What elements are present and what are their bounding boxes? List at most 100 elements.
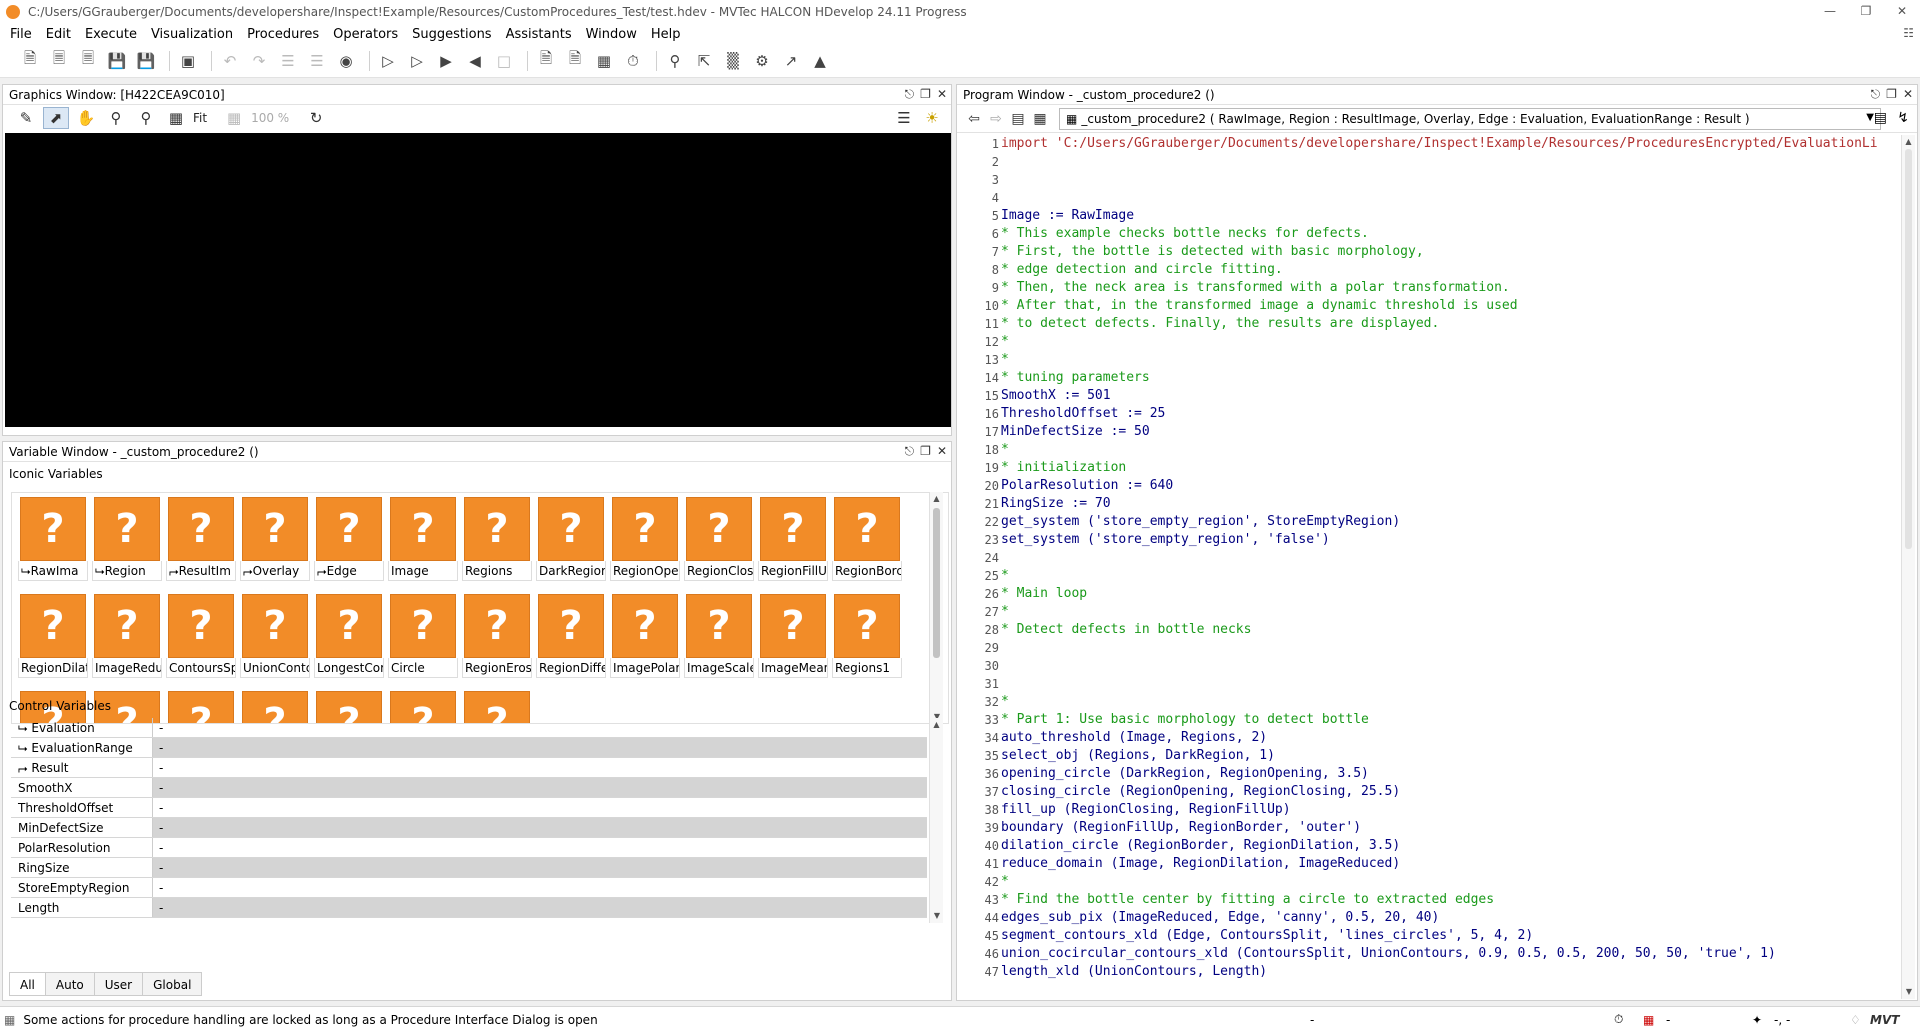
close-icon[interactable]: ✕ [937, 87, 947, 102]
close-icon[interactable]: ✕ [1903, 87, 1913, 102]
code-line[interactable]: 20 PolarResolution := 640 [957, 477, 1896, 495]
scroll-up-icon[interactable]: ▲ [930, 492, 943, 506]
code-line[interactable]: 39 boundary (RegionFillUp, RegionBorder, … [957, 819, 1896, 837]
pin-icon[interactable]: ⎋ [905, 444, 915, 459]
code-line[interactable]: 34 auto_threshold (Image, Regions, 2) [957, 729, 1896, 747]
fit-icon[interactable]: ▦ [163, 107, 189, 129]
control-variable-row[interactable]: ⮡ EvaluationRange - [11, 738, 927, 758]
tab-global[interactable]: Global [142, 972, 203, 996]
control-scrollbar[interactable]: ▲ ▼ [929, 718, 943, 923]
save-icon[interactable]: 💾 [105, 49, 129, 73]
code-line[interactable]: 35 select_obj (Regions, DarkRegion, 1) [957, 747, 1896, 765]
menu-file[interactable]: File [10, 27, 32, 42]
code-line[interactable]: 28 * Detect defects in bottle necks [957, 621, 1896, 639]
zoom-100-icon[interactable]: ▦ [221, 107, 247, 129]
open-file-icon[interactable]: 🗏 [47, 49, 71, 73]
code-line[interactable]: 36 opening_circle (DarkRegion, RegionOpen… [957, 765, 1896, 783]
code-line[interactable]: 43 * Find the bottle center by fitting a … [957, 891, 1896, 909]
scroll-up-icon[interactable]: ▲ [930, 718, 943, 732]
code-line[interactable]: 5 Image := RawImage [957, 207, 1896, 225]
open-recent-icon[interactable]: 🗏 [76, 49, 100, 73]
code-line[interactable]: 46 union_cocircular_contours_xld (Contour… [957, 945, 1896, 963]
bell-icon[interactable]: ♢ [1850, 1013, 1861, 1027]
code-line[interactable]: 2 [957, 153, 1896, 171]
code-line[interactable]: 25 * [957, 567, 1896, 585]
iconic-variable[interactable]: ? ImagePolar [610, 592, 680, 686]
iconic-variable[interactable]: ? ⮣Edge [314, 495, 384, 589]
code-line[interactable]: 31 [957, 675, 1896, 693]
hand-icon[interactable]: ✋ [73, 107, 99, 129]
iconic-variable[interactable]: ? ImageMean [758, 592, 828, 686]
save-all-icon[interactable]: 💾 [134, 49, 158, 73]
code-line[interactable]: 38 fill_up (RegionClosing, RegionFillUp) [957, 801, 1896, 819]
menu-assistants[interactable]: Assistants [506, 27, 572, 42]
menu-edit[interactable]: Edit [46, 27, 71, 42]
reset-program-icon[interactable]: 🗎 [534, 49, 558, 73]
code-line[interactable]: 10 * After that, in the transformed image… [957, 297, 1896, 315]
new-file-icon[interactable]: 🗎 [18, 49, 42, 73]
scroll-thumb[interactable] [933, 508, 940, 658]
iconic-variable[interactable]: ? RegionBorc [832, 495, 902, 589]
code-line[interactable]: 8 * edge detection and circle fitting. [957, 261, 1896, 279]
code-line[interactable]: 9 * Then, the neck area is transformed wi… [957, 279, 1896, 297]
control-variable-row[interactable]: ⮣ Result - [11, 758, 927, 778]
float-icon[interactable]: ❐ [1886, 87, 1897, 102]
camera-icon[interactable]: ▣ [176, 49, 200, 73]
insert-icon[interactable]: ↯ [1897, 110, 1909, 126]
control-variable-row[interactable]: MinDefectSize - [11, 818, 927, 838]
code-line[interactable]: 24 [957, 549, 1896, 567]
code-line[interactable]: 16 ThresholdOffset := 25 [957, 405, 1896, 423]
control-variable-row[interactable]: RingSize - [11, 858, 927, 878]
procedure-grid-icon[interactable]: ▦ [1029, 111, 1051, 127]
minimize-button[interactable]: — [1812, 0, 1848, 24]
pixel-info-icon[interactable]: ✦ [1752, 1013, 1762, 1027]
iconic-variable[interactable]: ? RegionFillU [758, 495, 828, 589]
code-line[interactable]: 44 edges_sub_pix (ImageReduced, Edge, 'ca… [957, 909, 1896, 927]
iconic-variable[interactable]: ? RegionEros [462, 592, 532, 686]
code-line[interactable]: 29 [957, 639, 1896, 657]
iconic-variable[interactable]: ? Regions1 [832, 592, 902, 686]
scroll-down-icon[interactable]: ▼ [930, 909, 944, 923]
feature-inspection-icon[interactable]: ⚙ [750, 49, 774, 73]
code-line[interactable]: 40 dilation_circle (RegionBorder, RegionD… [957, 837, 1896, 855]
ocr-icon[interactable]: ▲ [808, 49, 832, 73]
step-out-icon[interactable]: ◀ [463, 49, 487, 73]
scroll-thumb[interactable] [1905, 149, 1912, 549]
pointer-icon[interactable]: ⬈ [43, 107, 69, 129]
step-into-icon[interactable]: ▶ [434, 49, 458, 73]
code-scrollbar[interactable]: ▲ ▼ [1901, 135, 1915, 999]
code-line[interactable]: 11 * to detect defects. Finally, the resu… [957, 315, 1896, 333]
code-line[interactable]: 3 [957, 171, 1896, 189]
code-line[interactable]: 13 * [957, 351, 1896, 369]
stop-icon[interactable]: □ [492, 49, 516, 73]
fit-label[interactable]: Fit [193, 111, 207, 125]
code-line[interactable]: 17 MinDefectSize := 50 [957, 423, 1896, 441]
code-line[interactable]: 18 * [957, 441, 1896, 459]
undo-icon[interactable]: ↶ [218, 49, 242, 73]
float-icon[interactable]: ❐ [920, 87, 931, 102]
code-line[interactable]: 32 * [957, 693, 1896, 711]
maximize-button[interactable]: ❐ [1848, 0, 1884, 24]
code-line[interactable]: 6 * This example checks bottle necks for … [957, 225, 1896, 243]
code-line[interactable]: 41 reduce_domain (Image, RegionDilation, … [957, 855, 1896, 873]
layers-icon[interactable]: ☰ [891, 107, 917, 129]
code-line[interactable]: 33 * Part 1: Use basic morphology to dete… [957, 711, 1896, 729]
step-over-icon[interactable]: ▷ [405, 49, 429, 73]
code-line[interactable]: 1 import 'C:/Users/GGrauberger/Documents/… [957, 135, 1896, 153]
clear-window-icon[interactable]: ✎ [13, 107, 39, 129]
tab-all[interactable]: All [9, 972, 46, 996]
control-variable-row[interactable]: StoreEmptyRegion - [11, 878, 927, 898]
code-line[interactable]: 19 * initialization [957, 459, 1896, 477]
code-line[interactable]: 27 * [957, 603, 1896, 621]
iconic-variable[interactable]: ? ⮣ResultIm [166, 495, 236, 589]
iconic-variable[interactable]: ? LongestCor [314, 592, 384, 686]
gray-histogram-icon[interactable]: ⇱ [692, 49, 716, 73]
code-line[interactable]: 45 segment_contours_xld (Edge, ContoursSp… [957, 927, 1896, 945]
procedure-selector[interactable]: ▦ _custom_procedure2 ( RawImage, Region … [1059, 108, 1881, 130]
find-replace-icon[interactable]: ◉ [334, 49, 358, 73]
iconic-variable[interactable]: ? ContoursSp [166, 592, 236, 686]
procedure-docs-icon[interactable]: ▤ [1874, 110, 1887, 126]
iconic-scrollbar[interactable]: ▲ ▼ [929, 492, 943, 724]
code-line[interactable]: 30 [957, 657, 1896, 675]
iconic-variable[interactable]: ? ⮡Region [92, 495, 162, 589]
